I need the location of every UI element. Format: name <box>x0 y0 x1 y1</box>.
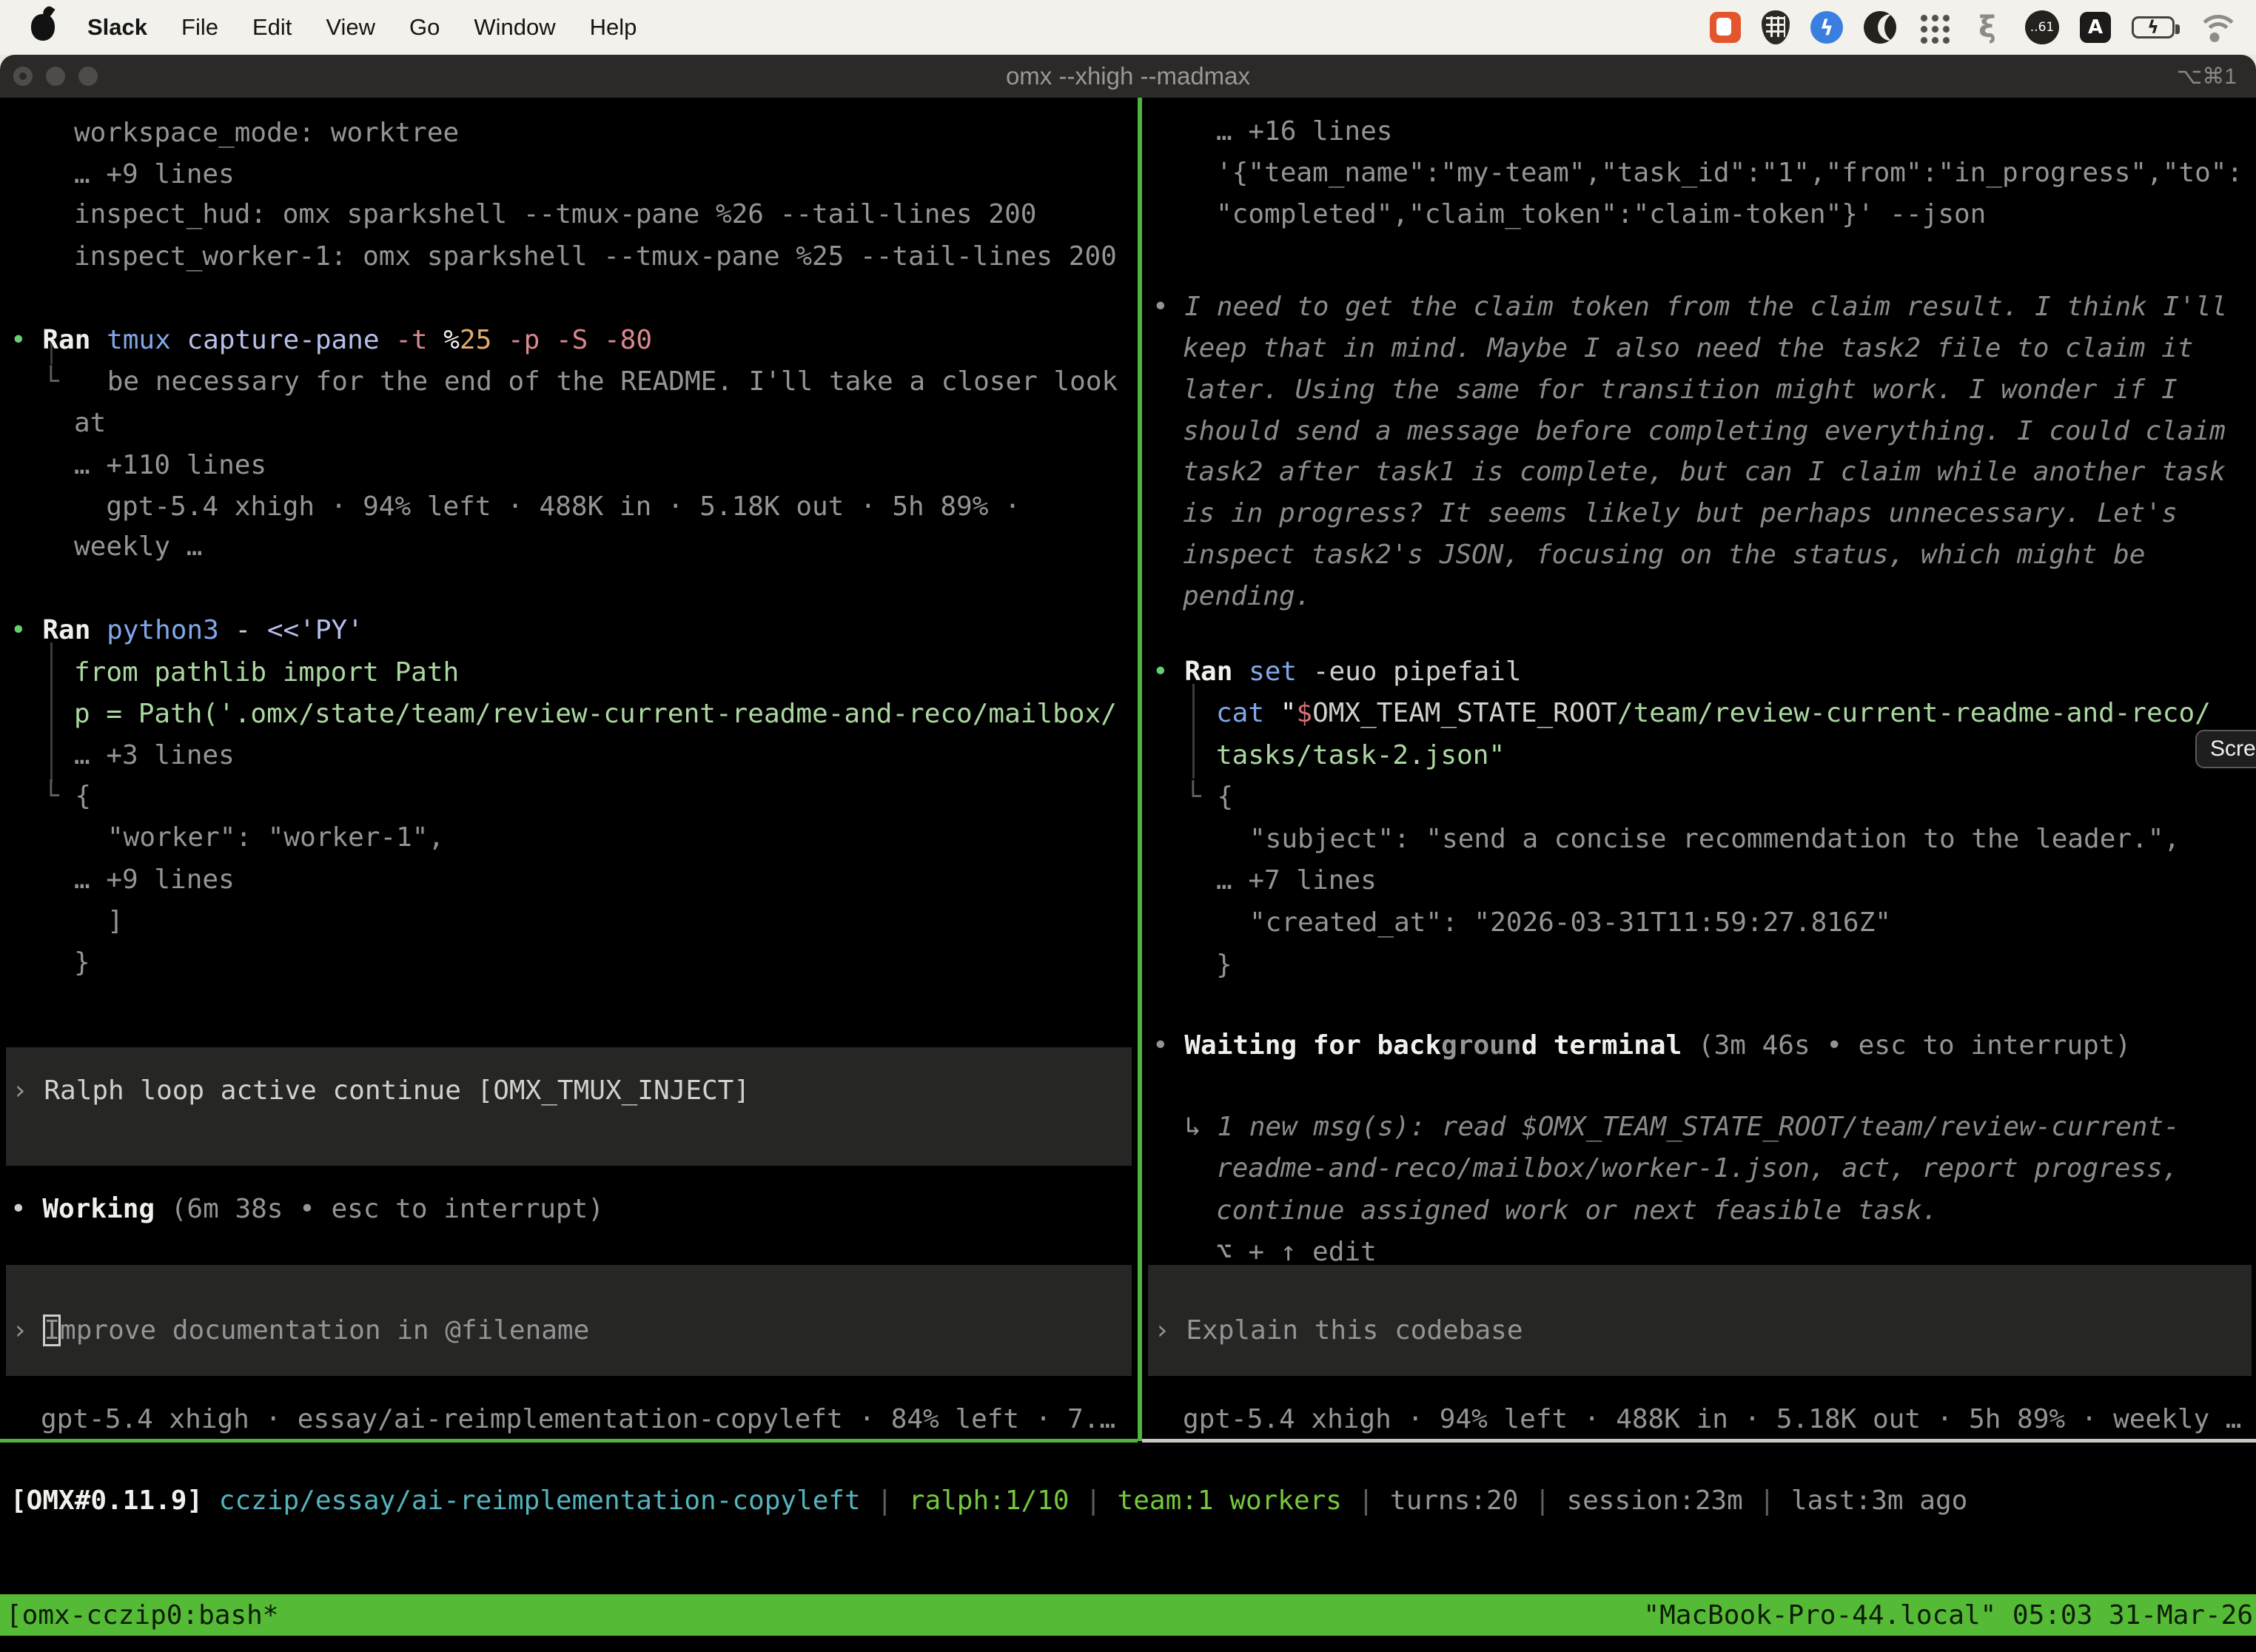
menu-item-window[interactable]: Window <box>474 14 555 41</box>
tmux-session-label: [omx-cczip0:bash* <box>6 1600 278 1631</box>
apple-icon[interactable] <box>31 14 55 41</box>
pane-divider[interactable] <box>1138 98 1142 1441</box>
screenshot-tooltip-label: Scre <box>2210 736 2256 762</box>
keyboard-a-icon-glyph: A <box>2088 16 2103 38</box>
menu-item-edit[interactable]: Edit <box>252 14 292 41</box>
menu-item-view[interactable]: View <box>326 14 375 41</box>
badge-61-icon-glyph: ..61 <box>2030 20 2054 35</box>
menu-item-go[interactable]: Go <box>409 14 440 41</box>
menu-items: Slack File Edit View Go Window Help <box>87 14 637 41</box>
moon-icon[interactable] <box>1864 11 1896 44</box>
activity-icon[interactable]: ϟ <box>1810 11 1843 44</box>
screenshot-tooltip[interactable]: Scre <box>2195 730 2256 768</box>
activity-icon-glyph: ϟ <box>1820 16 1833 40</box>
tmux-status-bar: [omx-cczip0:bash* "MacBook-Pro-44.local"… <box>0 1594 2256 1636</box>
battery-icon-glyph: ϟ <box>2147 17 2159 38</box>
inactive-pane-border <box>1142 1439 2256 1443</box>
menu-bar: Slack File Edit View Go Window Help ϟ ξ ..61 Aϟ <box>0 0 2256 55</box>
menu-item-help[interactable]: Help <box>590 14 637 41</box>
omx-hud-status: [OMX#0.11.9] cczip/essay/ai-reimplementa… <box>10 1480 1967 1522</box>
wifi-icon[interactable] <box>2195 12 2234 43</box>
tmux-host-clock: "MacBook-Pro-44.local" 05:03 31-Mar-26 <box>1643 1600 2253 1631</box>
active-pane-border <box>0 1439 1138 1443</box>
menu-status-icons: ϟ ξ ..61 Aϟ <box>1710 10 2234 44</box>
hud-pane: [OMX#0.11.9] cczip/essay/ai-reimplementa… <box>0 0 2256 1652</box>
menu-item-slack[interactable]: Slack <box>87 14 147 41</box>
dragon-icon-glyph: ξ <box>1978 10 1996 44</box>
menu-item-file[interactable]: File <box>181 14 218 41</box>
dragon-icon[interactable]: ξ <box>1970 10 2004 44</box>
keyboard-a-icon[interactable]: A <box>2080 12 2111 43</box>
shield-icon[interactable] <box>1762 10 1790 44</box>
dots-grid-icon[interactable] <box>1917 11 1950 44</box>
chat-icon[interactable] <box>1710 12 1741 43</box>
battery-icon[interactable]: ϟ <box>2132 16 2175 38</box>
badge-61-icon[interactable]: ..61 <box>2025 10 2059 44</box>
